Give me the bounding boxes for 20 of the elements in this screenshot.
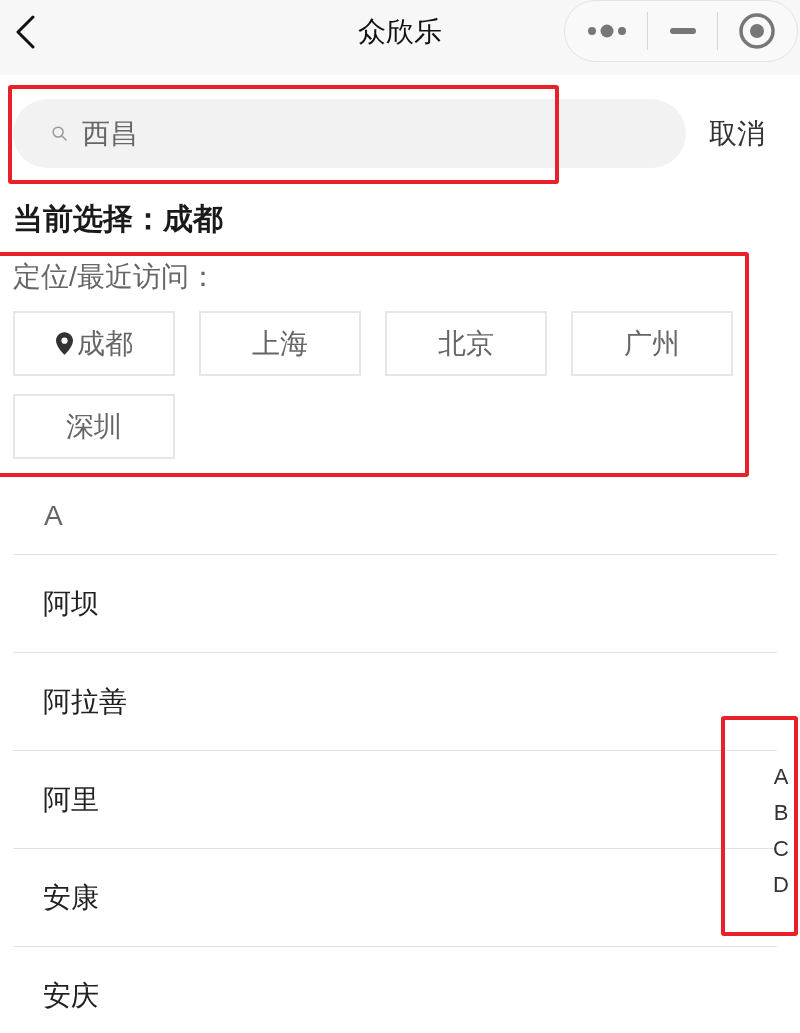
section-letter: A <box>44 500 63 532</box>
search-field[interactable]: 西昌 <box>13 99 686 168</box>
city-chip[interactable]: 深圳 <box>13 394 175 459</box>
cancel-button[interactable]: 取消 <box>709 114 765 153</box>
city-list-item[interactable]: 安庆 <box>13 947 777 1033</box>
search-icon <box>52 126 67 141</box>
current-city-heading: 当前选择：成都 <box>13 201 223 237</box>
city-chip[interactable]: 北京 <box>385 311 547 376</box>
city-list-item[interactable]: 阿坝 <box>13 555 777 653</box>
location-pin-icon <box>55 332 73 355</box>
city-chip[interactable]: 成都 <box>13 311 175 376</box>
page-title: 众欣乐 <box>358 15 442 49</box>
city-list-item[interactable]: 阿拉善 <box>13 653 777 751</box>
recent-label: 定位/最近访问： <box>13 260 217 294</box>
back-icon[interactable] <box>15 14 35 49</box>
city-chip[interactable]: 广州 <box>571 311 733 376</box>
city-chip[interactable]: 上海 <box>199 311 361 376</box>
more-icon[interactable] <box>588 24 626 38</box>
circle-dot-icon[interactable] <box>739 13 775 49</box>
minimize-icon[interactable] <box>669 28 696 34</box>
